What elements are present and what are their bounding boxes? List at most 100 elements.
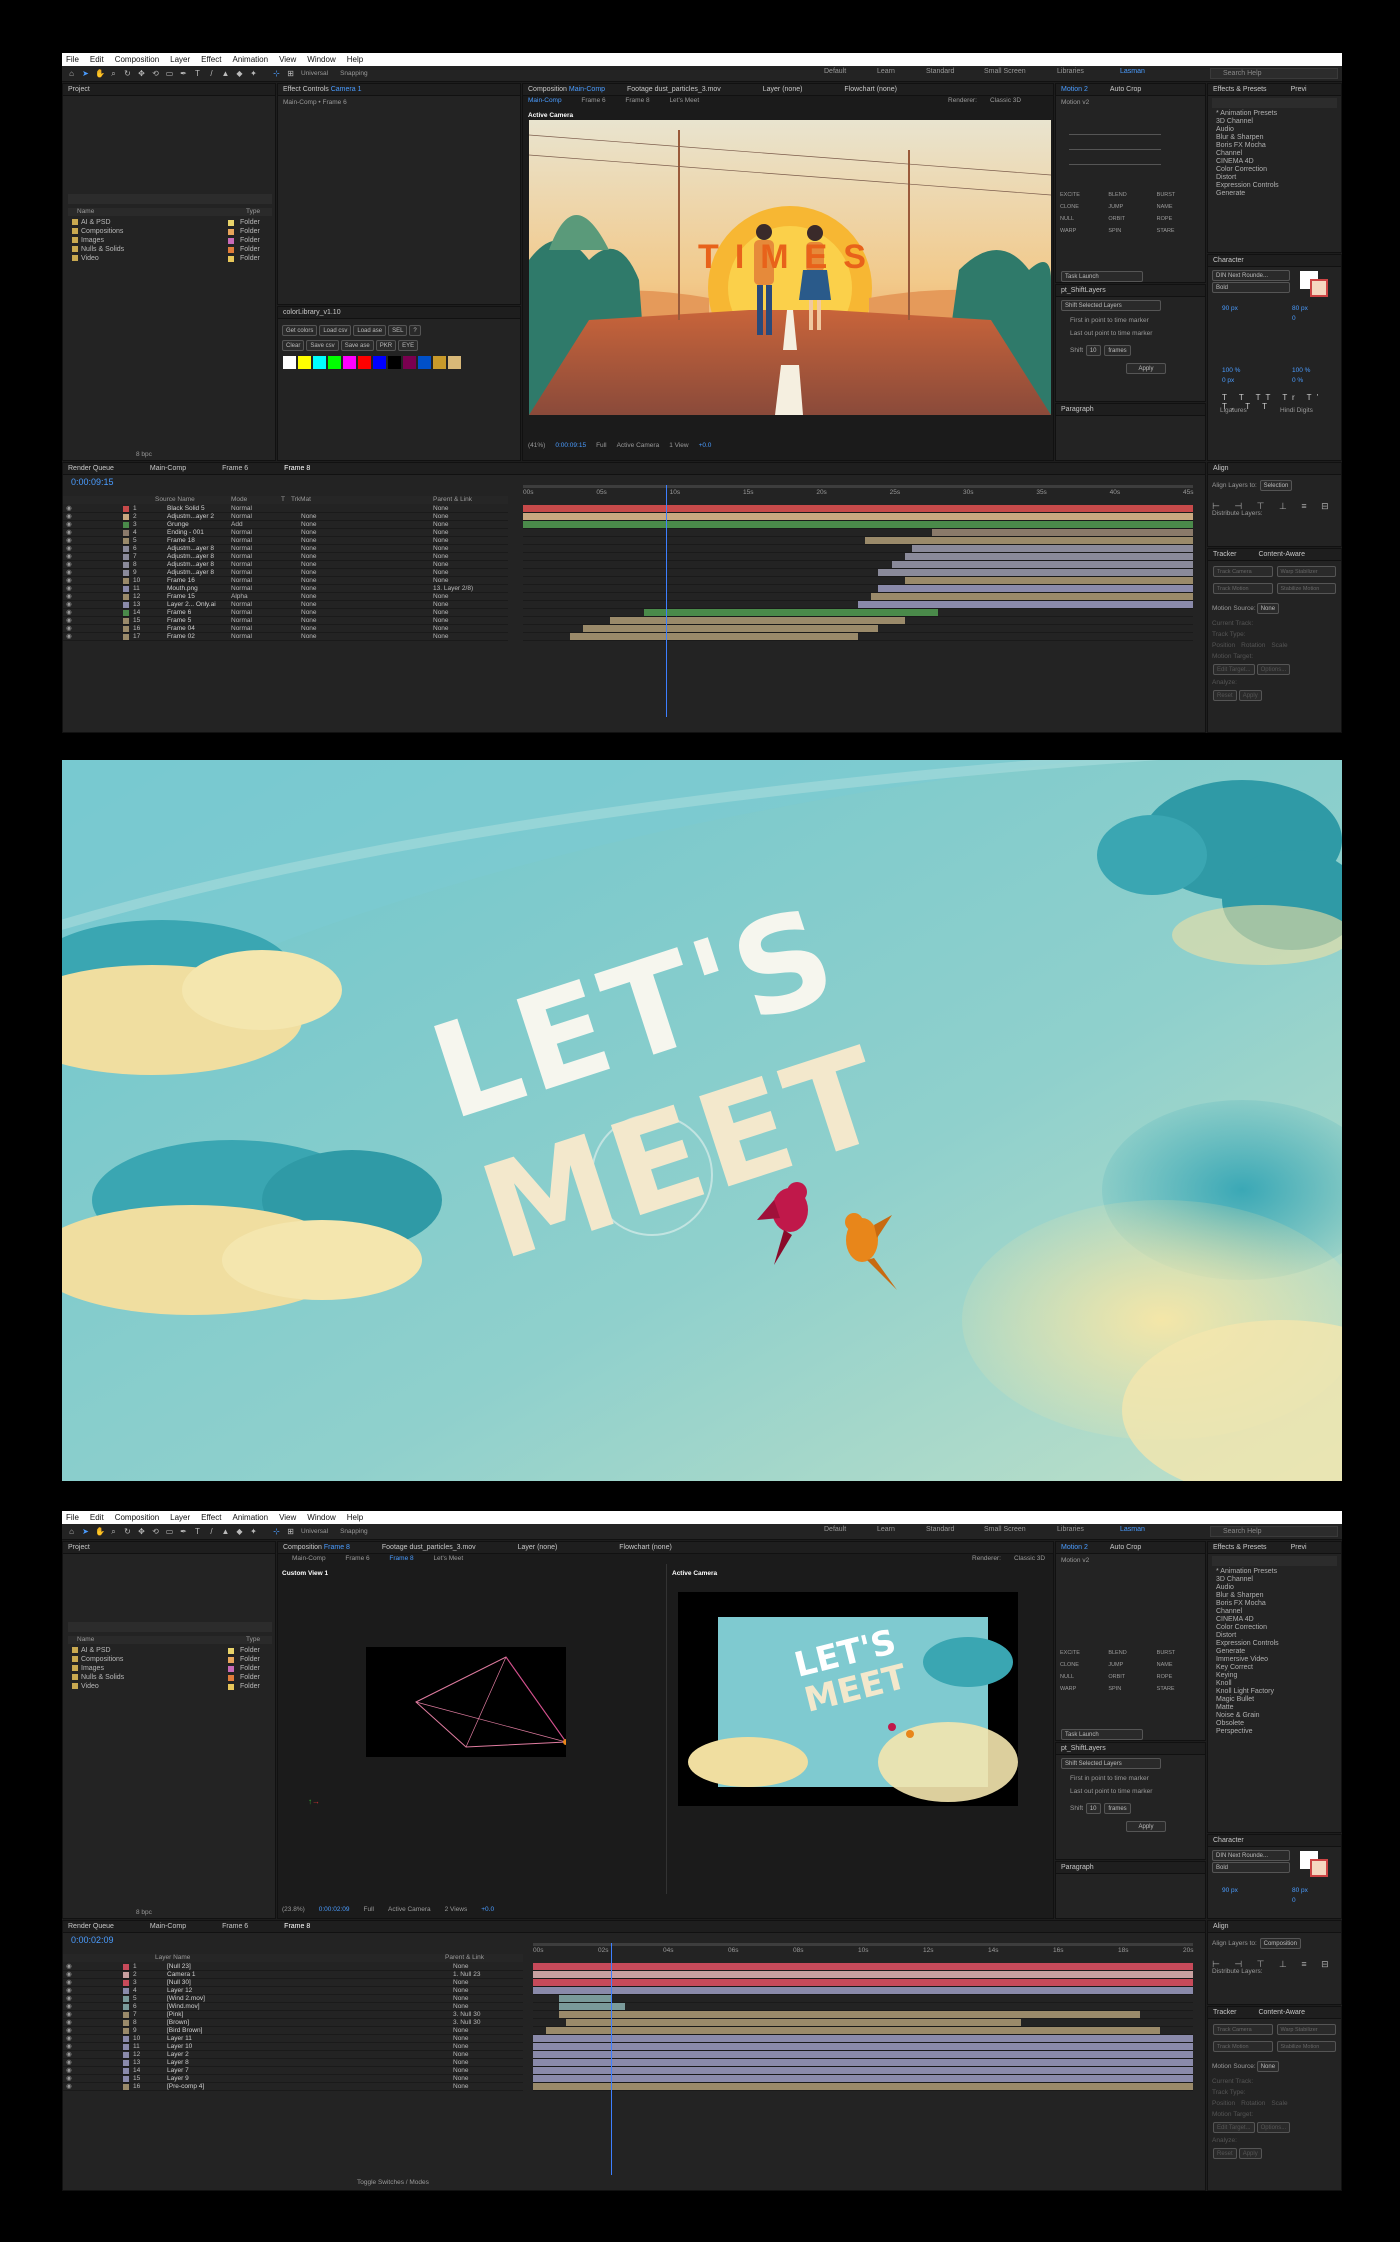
flowchart-tab-2[interactable]: Flowchart (none): [619, 1544, 672, 1551]
layer-duration-bar[interactable]: [533, 1963, 1193, 1970]
layer-parent[interactable]: None: [433, 617, 493, 625]
comp-tab-frame8[interactable]: Frame 8: [625, 97, 649, 104]
layer-duration-bar[interactable]: [891, 561, 1193, 568]
footage-tab[interactable]: Footage dust_particles_3.mov: [627, 86, 721, 93]
layer-mode[interactable]: Normal: [231, 617, 252, 625]
fx-category[interactable]: Channel: [1208, 1608, 1341, 1616]
task-launch-dropdown-2[interactable]: Task Launch: [1061, 1729, 1143, 1740]
menu-effect-2[interactable]: Effect: [201, 1513, 221, 1522]
tracker-track_camera[interactable]: Track Camera: [1213, 2024, 1273, 2035]
zoom-dropdown-2[interactable]: (23.8%): [282, 1906, 305, 1916]
content-aware-tab[interactable]: Content-Aware: [1258, 2009, 1305, 2016]
tracker-reset-button[interactable]: Reset: [1213, 2148, 1237, 2159]
layer-duration-bar[interactable]: [566, 2019, 1022, 2026]
project-folder-2[interactable]: Images Folder: [68, 1664, 272, 1673]
col-name-2[interactable]: Name: [77, 1636, 94, 1643]
fill-stroke-swatch-2[interactable]: [1300, 1851, 1336, 1879]
fx-category[interactable]: Boris FX Mocha: [1208, 142, 1341, 150]
camera-dropdown-2[interactable]: Active Camera: [388, 1906, 431, 1916]
edit-target-button[interactable]: Edit Target...: [1213, 2122, 1255, 2133]
layer-parent[interactable]: None: [453, 2067, 513, 2075]
layer-trkmat[interactable]: None: [301, 625, 317, 633]
layer-name[interactable]: [Null 30]: [167, 1979, 257, 1987]
tracker-reset-button[interactable]: Reset: [1213, 690, 1237, 701]
timeline-layer-row[interactable]: ◉ 3 [Null 30] None: [63, 1979, 523, 1987]
fill-stroke-swatch[interactable]: [1300, 271, 1336, 299]
character-title[interactable]: Character: [1208, 255, 1341, 267]
comp-tab-letsmeet[interactable]: Let's Meet: [669, 97, 699, 104]
col-t[interactable]: T: [281, 496, 285, 504]
timeline-time[interactable]: 0:00:09:15: [71, 477, 114, 487]
layer-duration-bar[interactable]: [533, 1979, 1193, 1986]
col-layer-name[interactable]: Layer Name: [155, 1954, 190, 1962]
color-swatch[interactable]: [328, 356, 341, 369]
layer-label-color[interactable]: [123, 618, 129, 624]
motion-button-excite[interactable]: EXCITE: [1060, 192, 1108, 198]
autocrop-tab[interactable]: Auto Crop: [1110, 86, 1142, 93]
ws-learn-2[interactable]: Learn: [877, 1526, 895, 1533]
task-launch-dropdown[interactable]: Task Launch: [1061, 271, 1143, 282]
timeline-layer-row[interactable]: ◉ 1 Black Solid 5 Normal None: [63, 505, 508, 513]
timeline-layer-row[interactable]: ◉ 1 [Null 23] None: [63, 1963, 523, 1971]
layer-parent[interactable]: None: [433, 601, 493, 609]
layer-name[interactable]: [Brown]: [167, 2019, 257, 2027]
shift-title[interactable]: pt_ShiftLayers: [1056, 285, 1205, 297]
tracker-apply-button[interactable]: Apply: [1238, 2148, 1262, 2159]
layer-trkmat[interactable]: None: [301, 577, 317, 585]
stamp-tool-icon[interactable]: ▲: [221, 69, 230, 78]
layer-mode[interactable]: Normal: [231, 577, 252, 585]
timeline-layer-row[interactable]: ◉ 5 Frame 18 Normal None None: [63, 537, 508, 545]
timeline-layer-row[interactable]: ◉ 11 Layer 10 None: [63, 2043, 523, 2051]
eye-icon[interactable]: ◉: [66, 1987, 72, 1995]
layer-label-color[interactable]: [123, 1964, 129, 1970]
layer-label-color[interactable]: [123, 2068, 129, 2074]
views-dropdown-2[interactable]: 2 Views: [445, 1906, 468, 1916]
pen-tool-icon[interactable]: ✒: [179, 69, 188, 78]
layer-label-color[interactable]: [123, 1996, 129, 2002]
fx-category[interactable]: Color Correction: [1208, 166, 1341, 174]
timeline-layer-row[interactable]: ◉ 16 [Pre-comp 4] None: [63, 2083, 523, 2091]
layer-parent[interactable]: None: [453, 1963, 513, 1971]
shift-apply-button-2[interactable]: Apply: [1126, 1821, 1166, 1832]
comp-tab-frame6[interactable]: Frame 6: [581, 97, 605, 104]
eye-icon[interactable]: ◉: [66, 2067, 72, 2075]
shift-mode-dropdown[interactable]: Shift Selected Layers: [1061, 300, 1161, 311]
layer-duration-bar[interactable]: [871, 593, 1193, 600]
layer-duration-bar[interactable]: [533, 1987, 1193, 1994]
colorlib-button[interactable]: EYE: [398, 340, 419, 351]
layer-name[interactable]: Layer 7: [167, 2067, 257, 2075]
character-title-2[interactable]: Character: [1208, 1835, 1341, 1847]
eye-icon[interactable]: ◉: [66, 2011, 72, 2019]
motion-preset-2[interactable]: Motion v2: [1056, 1554, 1205, 1567]
project-folder[interactable]: Nulls & Solids Folder: [68, 245, 272, 254]
eye-icon[interactable]: ◉: [66, 2003, 72, 2011]
layer-name[interactable]: Layer 12: [167, 1987, 257, 1995]
layer-name[interactable]: Frame 04: [167, 625, 231, 633]
shift-mode-dropdown-2[interactable]: Shift Selected Layers: [1061, 1758, 1161, 1769]
eye-icon[interactable]: ◉: [66, 601, 72, 609]
universal-label-2[interactable]: Universal: [301, 1528, 328, 1535]
tracker-track_camera[interactable]: Track Camera: [1213, 566, 1273, 577]
align-buttons-2[interactable]: ⊢ ⊣ ⊤ ⊥ ≡ ⊟: [1212, 1959, 1335, 1970]
project-folder-2[interactable]: AI & PSD Folder: [68, 1646, 272, 1655]
camera-dropdown[interactable]: Active Camera: [617, 442, 660, 449]
project-folder-2[interactable]: Compositions Folder: [68, 1655, 272, 1664]
tracking-2[interactable]: 0: [1292, 1897, 1296, 1904]
puppet-tool-icon-2[interactable]: ✦: [249, 1527, 258, 1536]
eye-icon[interactable]: ◉: [66, 1963, 72, 1971]
layer-label-color[interactable]: [123, 626, 129, 632]
eye-icon[interactable]: ◉: [66, 2075, 72, 2083]
layer-label-color[interactable]: [123, 1980, 129, 1986]
eye-icon[interactable]: ◉: [66, 609, 72, 617]
shift-amount-input-2[interactable]: 10: [1085, 1803, 1101, 1814]
motion-title[interactable]: Motion 2: [1061, 86, 1088, 93]
motion-button-null[interactable]: NULL: [1060, 1674, 1108, 1680]
timeline-time-2[interactable]: 0:00:02:09: [71, 1935, 114, 1945]
layer-duration-bar[interactable]: [533, 2083, 1193, 2090]
layer-duration-bar[interactable]: [533, 2043, 1193, 2050]
motion-button-stare[interactable]: STARE: [1157, 1686, 1205, 1692]
layer-duration-bar[interactable]: [533, 2035, 1193, 2042]
timeline-layer-row[interactable]: ◉ 7 Adjustm...ayer 8 Normal None None: [63, 553, 508, 561]
project-folder-2[interactable]: Nulls & Solids Folder: [68, 1673, 272, 1682]
layer-parent[interactable]: None: [433, 577, 493, 585]
